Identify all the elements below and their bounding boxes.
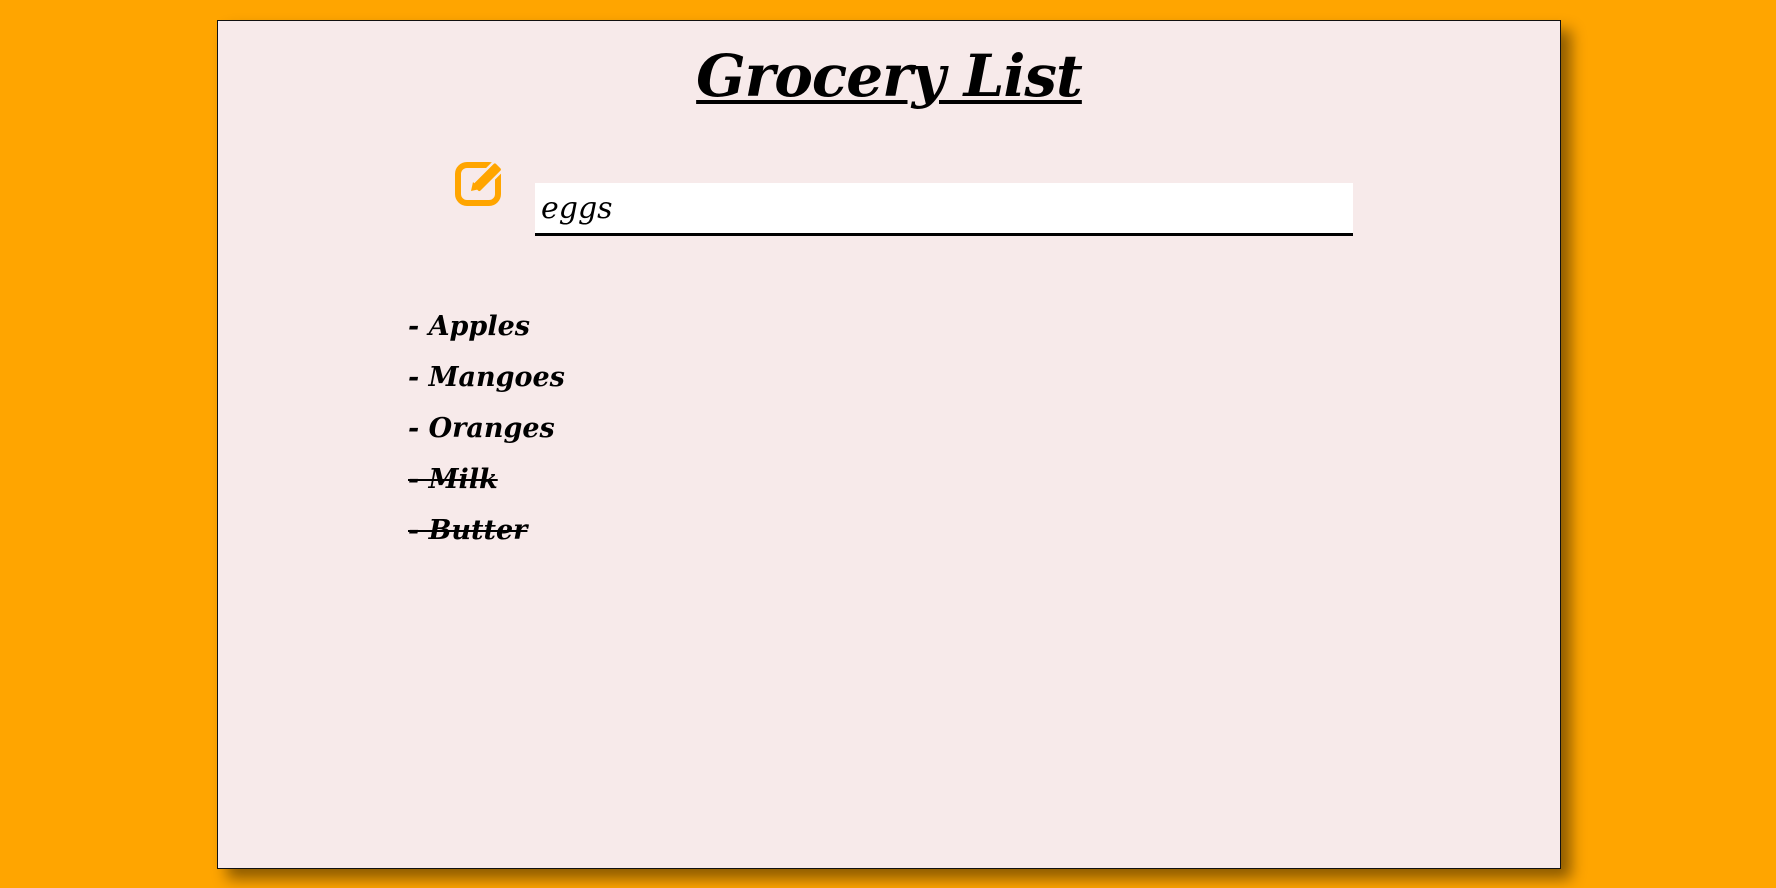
item-input[interactable]	[535, 183, 1353, 236]
list-item[interactable]: - Oranges	[408, 403, 565, 454]
item-entry-row	[453, 153, 1353, 243]
grocery-card: Grocery List - Apples- Mangoes- Oranges-…	[217, 20, 1561, 869]
page-title: Grocery List	[696, 42, 1083, 110]
list-item[interactable]: - Butter	[408, 505, 565, 556]
list-item[interactable]: - Mangoes	[408, 352, 565, 403]
list-item[interactable]: - Apples	[408, 301, 565, 352]
edit-icon[interactable]	[453, 153, 509, 209]
grocery-list: - Apples - Mangoes - Oranges - Milk - Butter	[408, 301, 565, 556]
list-item[interactable]: - Milk	[408, 454, 565, 505]
